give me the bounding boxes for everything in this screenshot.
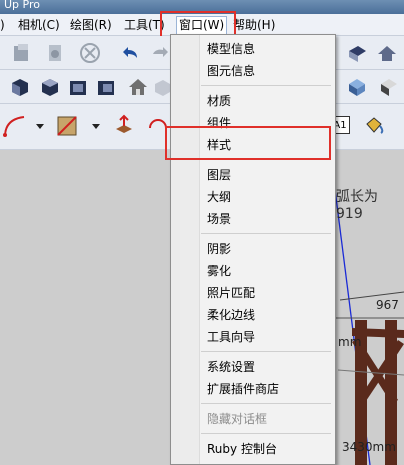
view-home-icon[interactable] [375, 41, 399, 65]
menu-separator [201, 85, 331, 86]
menu-camera[interactable]: 相机(C) [18, 16, 60, 34]
cancel-icon[interactable] [78, 41, 102, 65]
menu-item-entity-info[interactable]: 图元信息 [207, 63, 255, 79]
paint-bucket-icon[interactable] [362, 114, 386, 138]
menu-draw[interactable]: 绘图(R) [70, 16, 112, 34]
undo-icon[interactable] [118, 41, 142, 65]
menu-separator [201, 433, 331, 434]
menu-item-match-photo[interactable]: 照片匹配 [207, 285, 255, 301]
shaded-icon[interactable] [345, 75, 369, 99]
menu-item-extension-warehouse[interactable]: 扩展插件商店 [207, 381, 279, 397]
menu-help[interactable]: 帮助(H) [233, 16, 275, 34]
rectangle-tool-icon[interactable] [54, 114, 78, 138]
dimension-mm: mm [338, 335, 362, 349]
menu-tools[interactable]: 工具(T) [124, 16, 165, 34]
dimension-3430mm: 3430mm [342, 440, 396, 454]
menu-separator [201, 403, 331, 404]
menu-item-model-info[interactable]: 模型信息 [207, 41, 255, 57]
menu-item-materials[interactable]: 材质 [207, 93, 231, 109]
right-view-icon[interactable] [94, 75, 118, 99]
front-view-icon[interactable] [66, 75, 90, 99]
menu-item-soften-edges[interactable]: 柔化边线 [207, 307, 255, 323]
house-icon[interactable] [126, 75, 150, 99]
arc-length-tooltip: 弧长为919 [336, 189, 378, 222]
chevron-down-icon[interactable] [84, 114, 108, 138]
top-view-icon[interactable] [38, 75, 62, 99]
menu-item-hide-dialogs: 隐藏对话框 [207, 412, 268, 426]
menu-separator [201, 351, 331, 352]
menu-item-scenes[interactable]: 场景 [207, 211, 231, 227]
menu-item-ruby-console[interactable]: Ruby 控制台 [207, 441, 277, 457]
textured-icon[interactable] [377, 75, 401, 99]
redo-icon[interactable] [148, 41, 172, 65]
push-pull-icon[interactable] [112, 114, 136, 138]
menu-left-edge: ) [0, 18, 5, 32]
styles-item-highlight [165, 126, 331, 160]
menu-item-shadows[interactable]: 阴影 [207, 241, 231, 257]
iso-view-icon[interactable] [8, 75, 32, 99]
menu-item-fog[interactable]: 雾化 [207, 263, 231, 279]
menu-icon-gutter [171, 35, 200, 464]
chevron-down-icon[interactable] [28, 114, 52, 138]
menu-separator [201, 233, 331, 234]
dimension-967: 967 [376, 298, 399, 312]
menu-item-layers[interactable]: 图层 [207, 167, 231, 183]
menu-item-preferences[interactable]: 系统设置 [207, 359, 255, 375]
arc-tool-icon[interactable] [2, 114, 26, 138]
window-dropdown-menu: 模型信息 图元信息 材质 组件 样式 图层 大纲 场景 阴影 雾化 照片匹配 柔… [170, 34, 336, 465]
paste-icon[interactable] [10, 41, 34, 65]
menu-item-outliner[interactable]: 大纲 [207, 189, 231, 205]
menu-item-instructor[interactable]: 工具向导 [207, 329, 255, 345]
view-top-right-icon[interactable] [345, 41, 369, 65]
delete-doc-icon[interactable] [44, 41, 68, 65]
